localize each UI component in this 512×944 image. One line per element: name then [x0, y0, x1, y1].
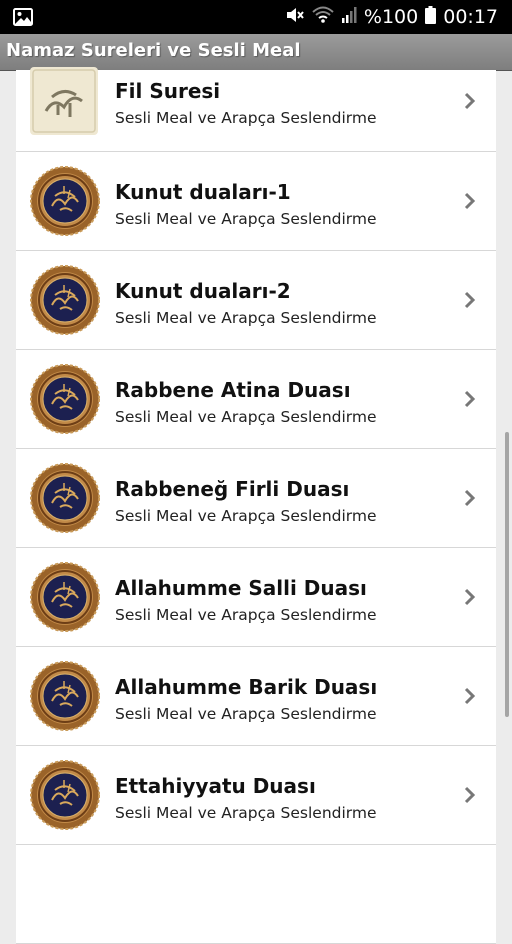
list-item[interactable] — [16, 845, 496, 944]
wifi-icon — [312, 6, 334, 29]
calligraphy-round-icon — [30, 166, 100, 236]
chevron-right-icon — [464, 687, 476, 710]
status-bar: %100 00:17 — [0, 0, 512, 34]
chevron-right-icon — [464, 92, 476, 115]
list-item[interactable]: Ettahiyyatu Duası Sesli Meal ve Arapça S… — [16, 746, 496, 845]
list-item[interactable]: Fil Suresi Sesli Meal ve Arapça Seslendi… — [16, 65, 496, 152]
chevron-right-icon — [464, 192, 476, 215]
battery-icon — [425, 5, 437, 29]
item-subtitle: Sesli Meal ve Arapça Seslendirme — [115, 705, 377, 723]
item-title: Rabbeneğ Firli Duası — [115, 477, 350, 501]
item-title: Kunut duaları-1 — [115, 180, 291, 204]
item-subtitle: Sesli Meal ve Arapça Seslendirme — [115, 210, 377, 228]
clock: 00:17 — [443, 6, 498, 28]
list-item[interactable]: Rabbeneğ Firli Duası Sesli Meal ve Arapç… — [16, 449, 496, 548]
item-subtitle: Sesli Meal ve Arapça Seslendirme — [115, 309, 377, 327]
item-title: Rabbene Atina Duası — [115, 378, 351, 402]
list-item[interactable]: Rabbene Atina Duası Sesli Meal ve Arapça… — [16, 350, 496, 449]
sure-list: Fil Suresi Sesli Meal ve Arapça Seslendi… — [16, 65, 496, 944]
list-item[interactable]: Kunut duaları-2 Sesli Meal ve Arapça Ses… — [16, 251, 496, 350]
calligraphy-round-icon — [30, 265, 100, 335]
item-subtitle: Sesli Meal ve Arapça Seslendirme — [115, 408, 377, 426]
chevron-right-icon — [464, 291, 476, 314]
mute-icon — [285, 6, 305, 29]
calligraphy-round-icon — [30, 661, 100, 731]
battery-percent: %100 — [363, 6, 419, 28]
list-item[interactable]: Allahumme Barik Duası Sesli Meal ve Arap… — [16, 647, 496, 746]
item-title: Fil Suresi — [115, 79, 221, 103]
app-title: Namaz Sureleri ve Sesli Meal — [6, 40, 301, 61]
calligraphy-round-icon — [30, 760, 100, 830]
chevron-right-icon — [464, 489, 476, 512]
calligraphy-square-icon — [28, 65, 100, 137]
signal-icon — [341, 6, 357, 29]
calligraphy-round-icon — [30, 562, 100, 632]
item-title: Allahumme Barik Duası — [115, 675, 378, 699]
gallery-icon — [13, 8, 33, 31]
calligraphy-round-icon — [30, 463, 100, 533]
calligraphy-round-icon — [30, 364, 100, 434]
chevron-right-icon — [464, 390, 476, 413]
item-subtitle: Sesli Meal ve Arapça Seslendirme — [115, 507, 377, 525]
item-title: Allahumme Salli Duası — [115, 576, 367, 600]
chevron-right-icon — [464, 588, 476, 611]
list-item[interactable]: Kunut duaları-1 Sesli Meal ve Arapça Ses… — [16, 152, 496, 251]
app-bar: Namaz Sureleri ve Sesli Meal — [0, 34, 512, 71]
list-item[interactable]: Allahumme Salli Duası Sesli Meal ve Arap… — [16, 548, 496, 647]
item-subtitle: Sesli Meal ve Arapça Seslendirme — [115, 606, 377, 624]
item-subtitle: Sesli Meal ve Arapça Seslendirme — [115, 804, 377, 822]
chevron-right-icon — [464, 786, 476, 809]
item-title: Ettahiyyatu Duası — [115, 774, 316, 798]
item-subtitle: Sesli Meal ve Arapça Seslendirme — [115, 109, 377, 127]
scrollbar[interactable] — [505, 432, 509, 717]
item-title: Kunut duaları-2 — [115, 279, 291, 303]
